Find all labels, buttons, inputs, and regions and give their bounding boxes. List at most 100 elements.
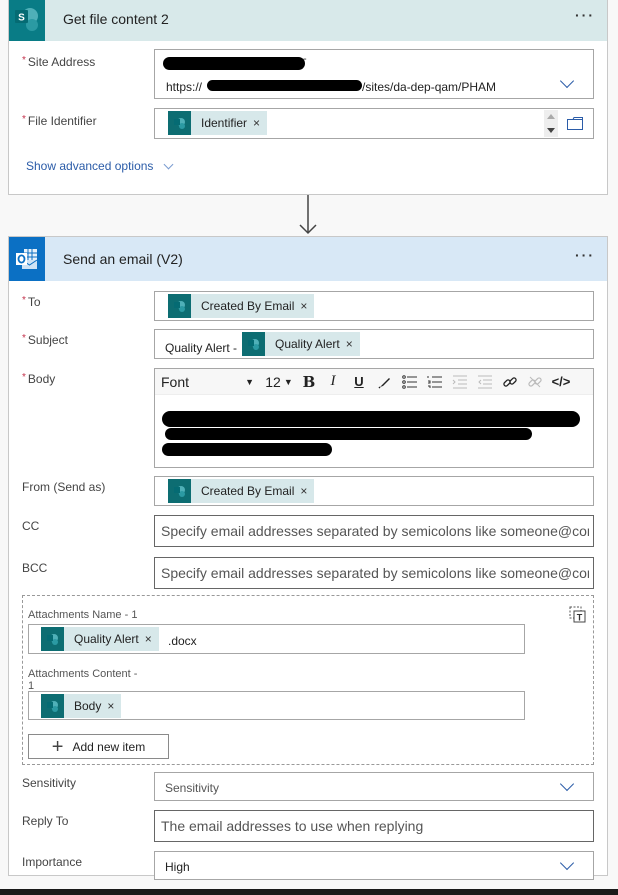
remove-token-icon[interactable]: × [145,632,159,646]
cc-input[interactable]: Specify email addresses separated by sem… [154,515,594,547]
italic-button[interactable]: I [320,371,346,393]
rich-text-toolbar: Font ▼ 12 ▼ B I U </> [155,369,593,395]
show-advanced-options-link[interactable]: Show advanced options [26,159,174,173]
underline-button[interactable]: U [346,371,372,393]
outlook-icon [9,237,45,281]
attachments-name-label: Attachments Name - 1 [28,609,138,621]
attachments-content-label: Attachments Content - [28,668,138,680]
spinner-down-icon[interactable] [547,128,555,133]
redacted-body-text [165,428,532,440]
redacted-text [163,57,305,70]
svg-text:S: S [18,13,25,24]
chevron-down-icon [163,159,174,169]
font-family-select[interactable]: Font ▼ [155,371,260,393]
code-view-button[interactable]: </> [547,371,575,393]
dropdown-arrow-icon: ▼ [283,376,293,387]
to-row: * To Created By Email × [9,291,607,321]
sharepoint-token-icon [242,332,265,356]
increase-indent-icon[interactable] [447,371,472,393]
sensitivity-row: Sensitivity Sensitivity [9,772,607,801]
from-row: From (Send as) Created By Email × [9,476,607,506]
bold-button[interactable]: B [298,371,320,393]
card-header[interactable]: S Get file content 2 ··· [9,0,607,41]
sharepoint-token-icon [168,111,191,135]
flow-connector-arrow [298,195,318,242]
sharepoint-token-icon [41,694,64,718]
importance-label: Importance [22,855,83,869]
spinner-up-icon[interactable] [547,114,555,119]
redacted-url [207,80,362,91]
cc-label: CC [22,519,40,533]
to-input[interactable]: Created By Email × [154,291,594,321]
reply-to-row: Reply To The email addresses to use when… [9,810,607,842]
reply-to-input[interactable]: The email addresses to use when replying [154,810,594,842]
numbered-list-icon[interactable] [422,371,447,393]
identifier-token[interactable]: Identifier × [168,111,268,135]
file-identifier-input[interactable]: Identifier × [154,108,594,139]
chevron-down-icon[interactable] [559,855,575,871]
from-input[interactable]: Created By Email × [154,476,594,506]
cc-row: CC Specify email addresses separated by … [9,515,607,547]
created-by-email-token[interactable]: Created By Email × [168,294,315,318]
body-label: * Body [22,372,56,386]
redacted-body-text [162,443,332,456]
chevron-down-icon[interactable] [559,73,575,89]
remove-token-icon[interactable]: × [107,699,121,713]
sharepoint-token-icon [168,479,191,503]
remove-token-icon[interactable]: × [253,116,267,130]
subject-input[interactable]: Quality Alert - Quality Alert × [154,329,594,359]
site-url-suffix: /sites/da-dep-qam/PHAM [362,80,497,94]
file-identifier-label: * File Identifier [22,114,97,128]
quality-alert-token[interactable]: Quality Alert × [242,332,360,356]
importance-dropdown[interactable]: High [154,851,594,880]
site-address-dropdown[interactable]: - https:// /sites/da-dep-qam/PHAM [154,49,594,99]
dropdown-arrow-icon: ▼ [245,376,254,387]
reply-to-label: Reply To [22,814,69,828]
unlink-icon[interactable] [522,371,547,393]
plus-icon: + [51,735,64,758]
folder-icon[interactable] [567,117,583,135]
from-label: From (Send as) [22,480,106,494]
highlight-pen-icon[interactable] [372,371,397,393]
more-options-icon[interactable]: ··· [575,8,595,22]
remove-token-icon[interactable]: × [300,484,314,498]
created-by-email-token[interactable]: Created By Email × [168,479,315,503]
attachment-name-suffix: .docx [168,634,197,648]
bcc-input[interactable]: Specify email addresses separated by sem… [154,557,594,589]
chevron-down-icon[interactable] [559,776,575,792]
card-title: Get file content 2 [63,11,169,27]
more-options-icon[interactable]: ··· [575,248,595,262]
scroll-spinner[interactable] [544,110,558,137]
subject-prefix-text: Quality Alert - [165,341,238,355]
to-label: * To [22,295,41,309]
link-icon[interactable] [497,371,522,393]
body-token[interactable]: Body × [41,694,122,718]
decrease-indent-icon[interactable] [472,371,497,393]
card-title: Send an email (V2) [63,251,183,267]
site-url-prefix: https:// [166,80,203,94]
sensitivity-dropdown[interactable]: Sensitivity [154,772,594,801]
sharepoint-token-icon [41,627,64,651]
body-row: * Body Font ▼ 12 ▼ B I U </> [9,368,607,468]
subject-label: * Subject [22,333,68,347]
bulleted-list-icon[interactable] [397,371,422,393]
site-address-label: * Site Address [22,55,96,69]
font-size-select[interactable]: 12 ▼ [260,371,298,393]
attachments-content-input[interactable]: Body × [28,691,525,720]
remove-token-icon[interactable]: × [300,299,314,313]
add-new-item-button[interactable]: + Add new item [28,734,169,759]
get-file-content-card: S Get file content 2 ··· * Site Address -… [8,0,608,195]
bcc-label: BCC [22,561,48,575]
remove-token-icon[interactable]: × [346,337,360,351]
quality-alert-token[interactable]: Quality Alert × [41,627,159,651]
importance-row: Importance High [9,851,607,880]
body-editor[interactable]: Font ▼ 12 ▼ B I U </> [154,368,594,468]
switch-to-text-mode-icon[interactable]: T [569,606,587,629]
redacted-body-text [162,411,580,427]
sensitivity-label: Sensitivity [22,776,77,790]
bcc-row: BCC Specify email addresses separated by… [9,557,607,589]
svg-text:T: T [577,613,583,623]
card-header[interactable]: Send an email (V2) ··· [9,237,607,281]
sharepoint-icon: S [9,0,45,41]
attachments-name-input[interactable]: Quality Alert × .docx [28,624,525,654]
